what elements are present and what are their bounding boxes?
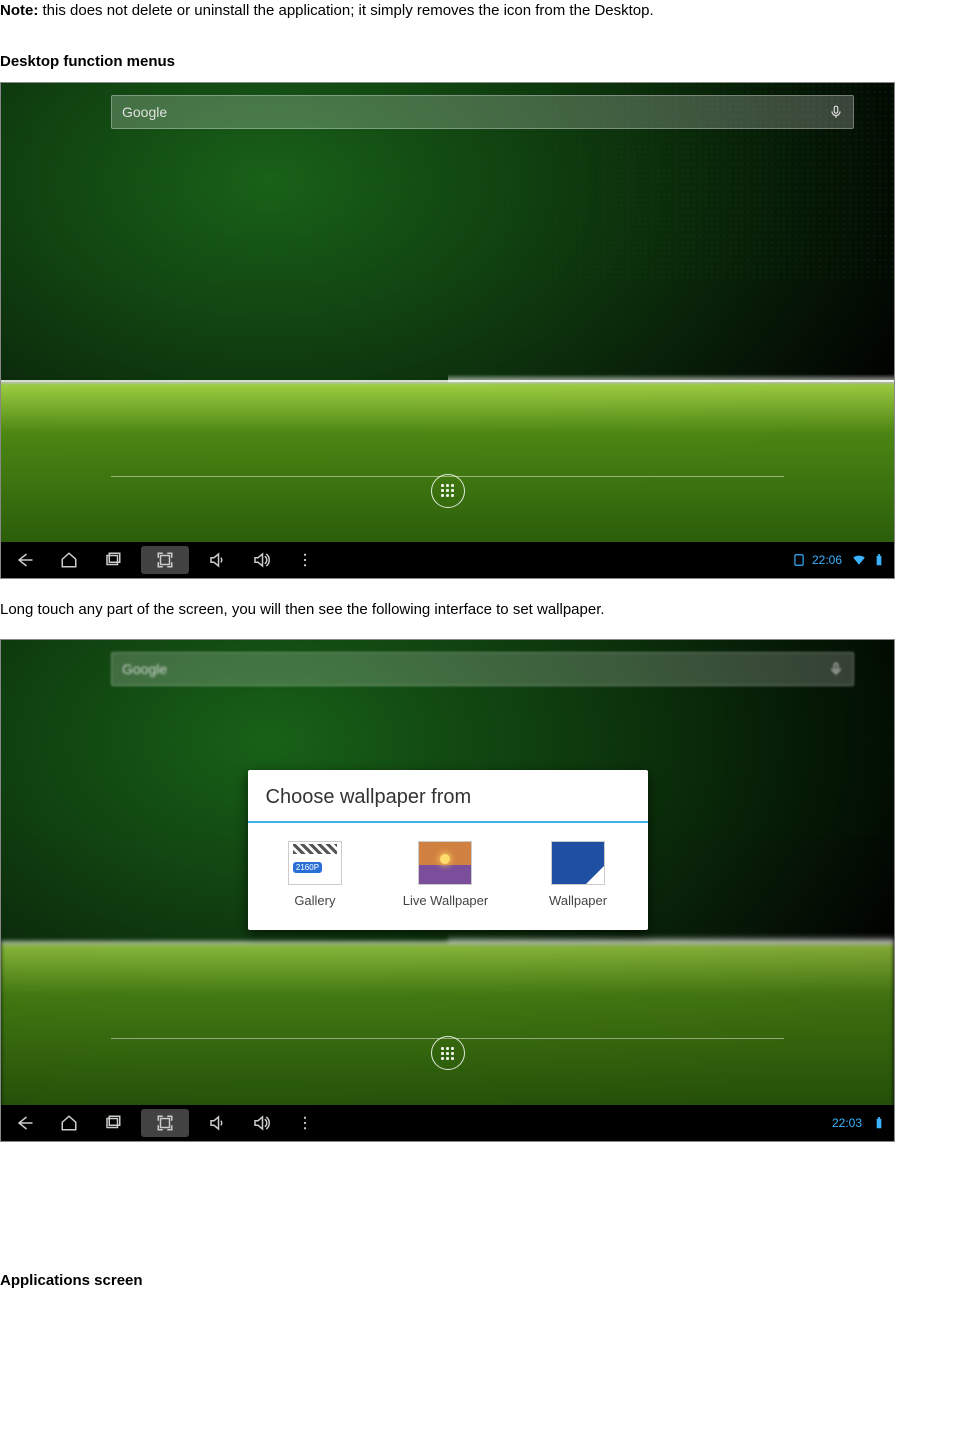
system-navigation-bar: 22:03 [1,1105,894,1141]
gallery-icon [288,841,342,885]
note-text: this does not delete or uninstall the ap… [38,2,653,19]
live-wallpaper-label: Live Wallpaper [403,893,489,908]
heading-applications-screen: Applications screen [0,1272,965,1289]
volume-down-button[interactable] [201,546,233,574]
status-area[interactable]: 22:03 [832,1116,886,1130]
screenshot-button[interactable] [141,546,189,574]
recent-apps-button[interactable] [97,1109,129,1137]
wallpaper-leaf [1,941,894,1116]
microphone-icon[interactable] [829,102,843,122]
dialog-title: Choose wallpaper from [248,770,648,823]
wallpaper-icon [551,841,605,885]
google-search-widget: Google [111,652,854,686]
sim-icon [792,553,806,567]
wallpaper-options-row: Gallery Live Wallpaper Wallpaper [248,823,648,930]
back-button[interactable] [9,546,41,574]
desktop-screenshot: Google [0,82,895,579]
apps-grid-icon [441,484,454,497]
longpress-caption: Long touch any part of the screen, you w… [0,599,965,622]
battery-icon [872,1116,886,1130]
menu-overflow-button[interactable] [289,1109,321,1137]
clock-text: 22:06 [812,553,842,567]
back-button[interactable] [9,1109,41,1137]
clock-text: 22:03 [832,1116,862,1130]
search-placeholder: Google [122,661,829,677]
live-wallpaper-icon [418,841,472,885]
heading-desktop-function-menus: Desktop function menus [0,53,965,70]
battery-icon [872,553,886,567]
menu-overflow-button[interactable] [289,546,321,574]
wallpaper-leaf [1,380,894,553]
live-wallpaper-option[interactable]: Live Wallpaper [403,841,489,908]
wallpaper-option[interactable]: Wallpaper [549,841,607,908]
apps-drawer-button [431,1036,465,1070]
recent-apps-button[interactable] [97,546,129,574]
home-button[interactable] [53,546,85,574]
note-paragraph: Note: this does not delete or uninstall … [0,0,965,23]
status-area[interactable]: 22:06 [792,553,886,567]
volume-up-button[interactable] [245,546,277,574]
system-navigation-bar: 22:06 [1,542,894,578]
gallery-label: Gallery [294,893,335,908]
choose-wallpaper-dialog: Choose wallpaper from Gallery Live Wallp… [248,770,648,930]
apps-drawer-button[interactable] [431,474,465,508]
volume-up-button[interactable] [245,1109,277,1137]
home-button[interactable] [53,1109,85,1137]
apps-grid-icon [441,1047,454,1060]
note-label: Note: [0,2,38,19]
wallpaper-label: Wallpaper [549,893,607,908]
microphone-icon [829,659,843,679]
search-placeholder: Google [122,104,829,120]
google-search-widget[interactable]: Google [111,95,854,129]
wifi-icon [852,553,866,567]
gallery-option[interactable]: Gallery [288,841,342,908]
screenshot-button[interactable] [141,1109,189,1137]
wallpaper-dialog-screenshot: Google Choose wallpaper from Gallery Liv… [0,639,895,1142]
volume-down-button[interactable] [201,1109,233,1137]
